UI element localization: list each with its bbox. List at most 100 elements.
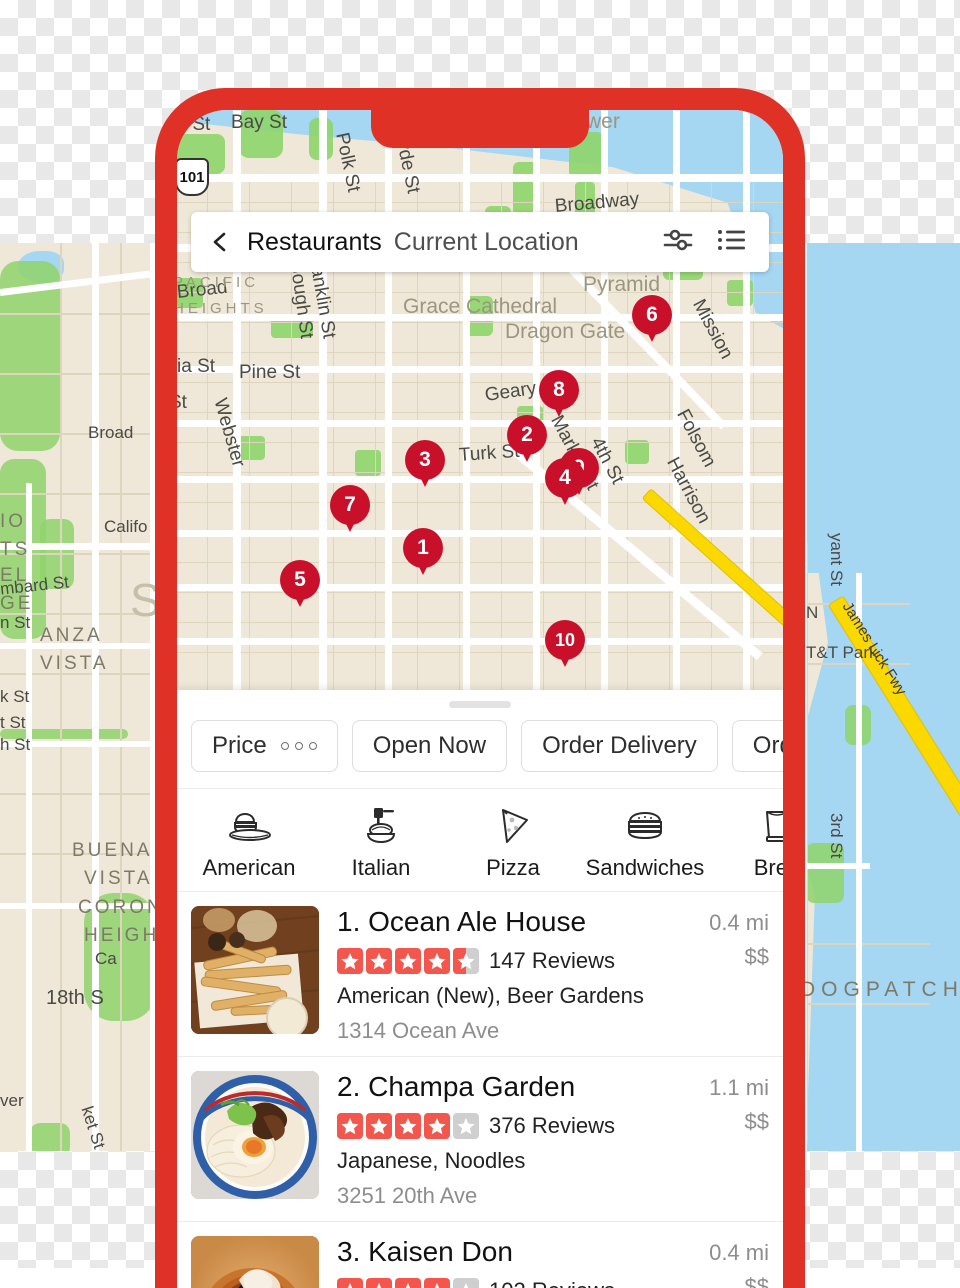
location-label: Current Location — [393, 227, 579, 256]
business-distance: 0.4 mi — [709, 910, 769, 935]
category-label: Brea — [753, 855, 783, 880]
map-pin-head: 2 — [507, 415, 547, 455]
category-sandwiches[interactable]: Sandwiches — [581, 803, 709, 881]
business-list-item[interactable]: 1. Ocean Ale House 147 Reviews American … — [177, 892, 783, 1057]
category-breakfast[interactable]: Brea — [713, 803, 783, 881]
business-meta: 1.1 mi $$ — [687, 1071, 769, 1209]
list-view-icon[interactable] — [717, 227, 751, 257]
map-pin-head: 1 — [403, 528, 443, 568]
background-neighborhood-label: BUENA — [72, 840, 153, 861]
category-row[interactable]: American Italian Pizza Sandwiches Br — [177, 789, 783, 892]
map-pin[interactable]: 4 — [545, 458, 585, 505]
filter-chip-order-takeout[interactable]: Order Ta — [731, 720, 783, 772]
background-street-label: ver — [0, 1091, 24, 1110]
business-name: 2. Champa Garden — [337, 1071, 576, 1102]
map-street-label: St — [177, 392, 187, 413]
map-pin-head: 3 — [405, 440, 445, 480]
filter-chip-label: Open Now — [372, 732, 487, 759]
business-address: 3251 20th Ave — [337, 1183, 478, 1208]
filter-chip-label: Order Ta — [752, 732, 783, 759]
business-list-item[interactable]: 3. Kaisen Don 102 Reviews Japanese — [177, 1222, 783, 1288]
map-neighborhood-label: HEIGHTS — [177, 300, 268, 317]
review-count: 102 Reviews — [489, 1278, 615, 1288]
star-rating-icon — [337, 1278, 479, 1288]
map-street-label: ia St — [177, 356, 216, 377]
filter-chip-label: Order Delivery — [542, 732, 697, 759]
star-rating-icon — [337, 1113, 479, 1139]
filter-chip-open-now[interactable]: Open Now — [351, 720, 508, 772]
background-street-label: T&T Park — [806, 643, 878, 662]
background-neighborhood-label: TS — [0, 539, 31, 560]
review-count: 147 Reviews — [489, 948, 615, 973]
review-count: 376 Reviews — [489, 1113, 615, 1138]
chevron-left-icon[interactable] — [209, 231, 231, 253]
sheet-drag-handle[interactable] — [449, 701, 511, 708]
map-pin[interactable]: 5 — [280, 560, 320, 607]
business-photo — [191, 1071, 319, 1199]
business-address: 1314 Ocean Ave — [337, 1018, 500, 1043]
coffee-cup-icon — [713, 803, 783, 849]
map-pin[interactable]: 8 — [539, 370, 579, 417]
phone-screen: 101 Coit Tower Transamerica Pyramid Grac… — [177, 110, 783, 1288]
map-pin[interactable]: 3 — [405, 440, 445, 487]
background-street-label: Califo — [104, 517, 148, 536]
pasta-fork-icon — [317, 803, 445, 849]
map-street-label: Bay St — [231, 112, 287, 133]
map-pin-head: 7 — [330, 485, 370, 525]
map-pin[interactable]: 1 — [403, 528, 443, 575]
business-rating: 147 Reviews — [337, 948, 669, 974]
business-distance: 0.4 mi — [709, 1240, 769, 1265]
background-street-label: h St — [0, 735, 31, 754]
filter-chip-price[interactable]: Price — [191, 720, 338, 772]
background-street-label: Broad — [88, 423, 134, 442]
business-rating: 102 Reviews — [337, 1278, 669, 1288]
phone-notch — [371, 110, 589, 148]
business-meta: 0.4 mi $$ — [687, 906, 769, 1044]
map-street-label: Pine St — [239, 362, 301, 383]
map-pin-head: 6 — [632, 295, 672, 335]
business-categories: American (New), Beer Gardens — [337, 983, 644, 1008]
bottom-sheet[interactable]: Price Open Now Order Delivery Order Ta — [177, 690, 783, 1288]
map-pin[interactable]: 10 — [545, 620, 585, 667]
category-italian[interactable]: Italian — [317, 803, 445, 881]
business-price: $$ — [744, 1274, 769, 1288]
map-park — [625, 440, 649, 464]
phone-device: 101 Coit Tower Transamerica Pyramid Grac… — [155, 88, 805, 1288]
map-street-label: Webster — [209, 395, 249, 470]
category-label: Pizza — [486, 855, 540, 880]
map-view[interactable]: 101 Coit Tower Transamerica Pyramid Grac… — [177, 110, 783, 690]
filter-chip-label: Price — [212, 732, 267, 759]
business-categories: Japanese, Noodles — [337, 1148, 526, 1173]
map-pin[interactable]: 7 — [330, 485, 370, 532]
filter-chip-row[interactable]: Price Open Now Order Delivery Order Ta — [177, 708, 783, 789]
map-poi-label: Grace Cathedral — [403, 295, 558, 318]
map-neighborhood-label: PACIFIC — [177, 274, 260, 291]
business-price: $$ — [744, 1109, 769, 1134]
map-pin[interactable]: 6 — [632, 295, 672, 342]
search-header-bar[interactable]: Restaurants Current Location — [191, 212, 769, 272]
business-meta: 0.4 mi $$ — [687, 1236, 769, 1288]
business-price: $$ — [744, 944, 769, 969]
category-american[interactable]: American — [185, 803, 313, 881]
map-pin-head: 4 — [545, 458, 585, 498]
map-pin[interactable]: 2 — [507, 415, 547, 462]
map-pin-head: 10 — [545, 620, 585, 660]
sandwich-icon — [581, 803, 709, 849]
filter-chip-order-delivery[interactable]: Order Delivery — [521, 720, 718, 772]
background-map-park — [30, 1123, 70, 1151]
business-name: 1. Ocean Ale House — [337, 906, 587, 937]
category-label: American — [202, 855, 296, 880]
background-neighborhood-label: IO — [0, 511, 27, 532]
business-details: 2. Champa Garden 376 Reviews Japanese, N… — [337, 1071, 669, 1209]
map-pin-head: 5 — [280, 560, 320, 600]
business-details: 3. Kaisen Don 102 Reviews Japanese — [337, 1236, 669, 1288]
background-street-label: 3rd St — [827, 813, 846, 859]
sliders-filter-icon[interactable] — [663, 227, 697, 257]
category-pizza[interactable]: Pizza — [449, 803, 577, 881]
page-title: Restaurants — [247, 227, 382, 256]
business-list-item[interactable]: 2. Champa Garden 376 Reviews Japanese, N… — [177, 1057, 783, 1222]
price-dots-icon — [280, 742, 317, 750]
map-poi-label: Pyramid — [583, 273, 661, 296]
highway-shield-101-icon: 101 — [177, 158, 209, 196]
star-rating-icon — [337, 948, 479, 974]
